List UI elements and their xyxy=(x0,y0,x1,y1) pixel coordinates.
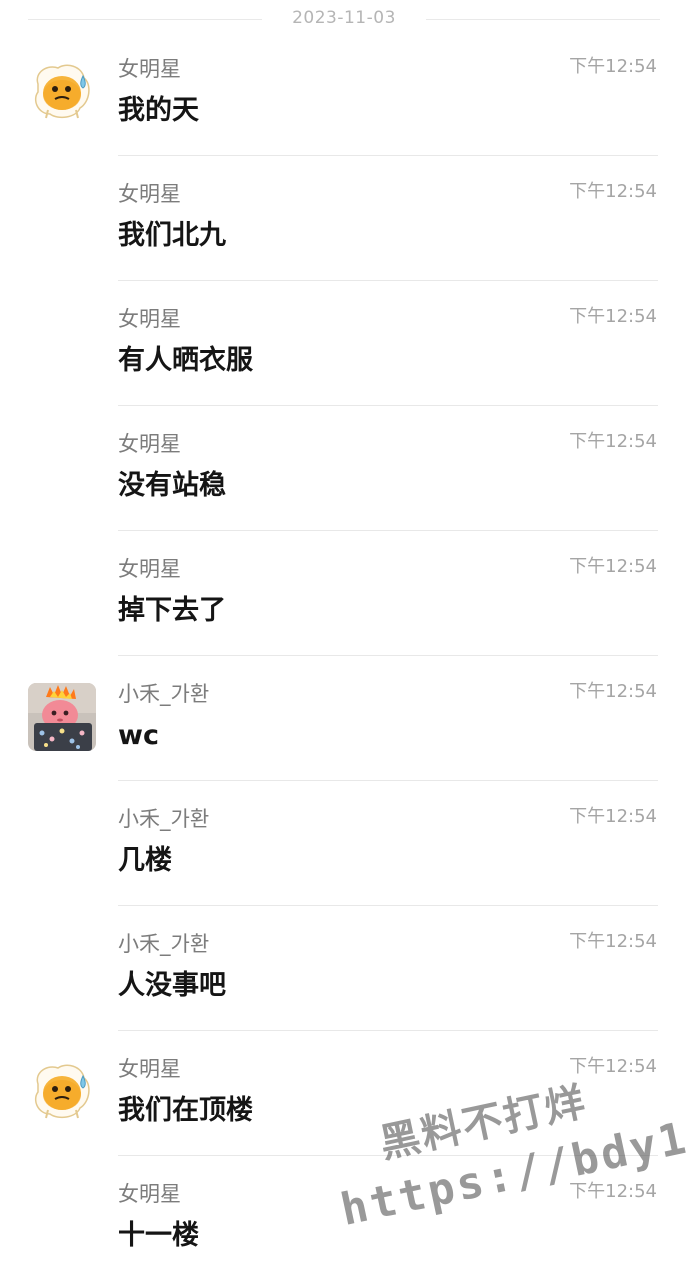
message-item[interactable]: 女明星 下午12:54 我的天 xyxy=(0,31,688,156)
message-time: 下午12:54 xyxy=(569,1181,657,1202)
sender-name: 女明星 xyxy=(118,307,181,331)
sender-name: 女明星 xyxy=(118,432,181,456)
sender-name: 小禾_가환 xyxy=(118,932,210,956)
message-list: 女明星 下午12:54 我的天 女明星 下午12:54 我们北九 女明星 下午1… xyxy=(0,31,688,1280)
sender-name: 女明星 xyxy=(118,557,181,581)
message-item[interactable]: 女明星 下午12:54 我们北九 xyxy=(0,156,688,281)
message-time: 下午12:54 xyxy=(569,306,657,327)
message-time: 下午12:54 xyxy=(569,181,657,202)
message-time: 下午12:54 xyxy=(569,556,657,577)
date-divider-left xyxy=(28,19,262,20)
sender-name: 女明星 xyxy=(118,1057,181,1081)
message-time: 下午12:54 xyxy=(569,1056,657,1077)
message-time: 下午12:54 xyxy=(569,56,657,77)
message-item[interactable]: 小禾_가환 下午12:54 人没事吧 xyxy=(0,906,688,1031)
message-item[interactable]: 女明星 下午12:54 掉下去了 xyxy=(0,531,688,656)
sender-name: 女明星 xyxy=(118,1182,181,1206)
pink-creature-avatar-icon[interactable] xyxy=(28,683,96,751)
message-time: 下午12:54 xyxy=(569,681,657,702)
message-text: 没有站稳 xyxy=(118,470,226,501)
message-item[interactable]: 女明星 下午12:54 我们在顶楼 xyxy=(0,1031,688,1156)
message-text: 十一楼 xyxy=(118,1220,199,1251)
date-label: 2023-11-03 xyxy=(292,8,396,28)
message-text: wc xyxy=(118,720,159,751)
egg-avatar-icon[interactable] xyxy=(28,1058,96,1126)
message-time: 下午12:54 xyxy=(569,931,657,952)
date-divider-right xyxy=(426,19,660,20)
message-item[interactable]: 女明星 下午12:54 十一楼 xyxy=(0,1156,688,1280)
message-time: 下午12:54 xyxy=(569,431,657,452)
message-text: 我的天 xyxy=(118,95,199,126)
message-item[interactable]: 女明星 下午12:54 没有站稳 xyxy=(0,406,688,531)
sender-name: 小禾_가환 xyxy=(118,682,210,706)
message-text: 人没事吧 xyxy=(118,970,226,1001)
chat-screen: 2023-11-03 女明星 下午12:54 我的天 女明星 下午12:54 我… xyxy=(0,0,688,1280)
message-text: 几楼 xyxy=(118,845,172,876)
sender-name: 女明星 xyxy=(118,57,181,81)
message-text: 掉下去了 xyxy=(118,595,226,626)
message-text: 我们北九 xyxy=(118,220,226,251)
sender-name: 小禾_가환 xyxy=(118,807,210,831)
message-item[interactable]: 女明星 下午12:54 有人晒衣服 xyxy=(0,281,688,406)
egg-avatar-icon[interactable] xyxy=(28,58,96,126)
message-time: 下午12:54 xyxy=(569,806,657,827)
message-item[interactable]: 小禾_가환 下午12:54 wc xyxy=(0,656,688,781)
sender-name: 女明星 xyxy=(118,182,181,206)
message-text: 有人晒衣服 xyxy=(118,345,253,376)
message-text: 我们在顶楼 xyxy=(118,1095,253,1126)
message-item[interactable]: 小禾_가환 下午12:54 几楼 xyxy=(0,781,688,906)
